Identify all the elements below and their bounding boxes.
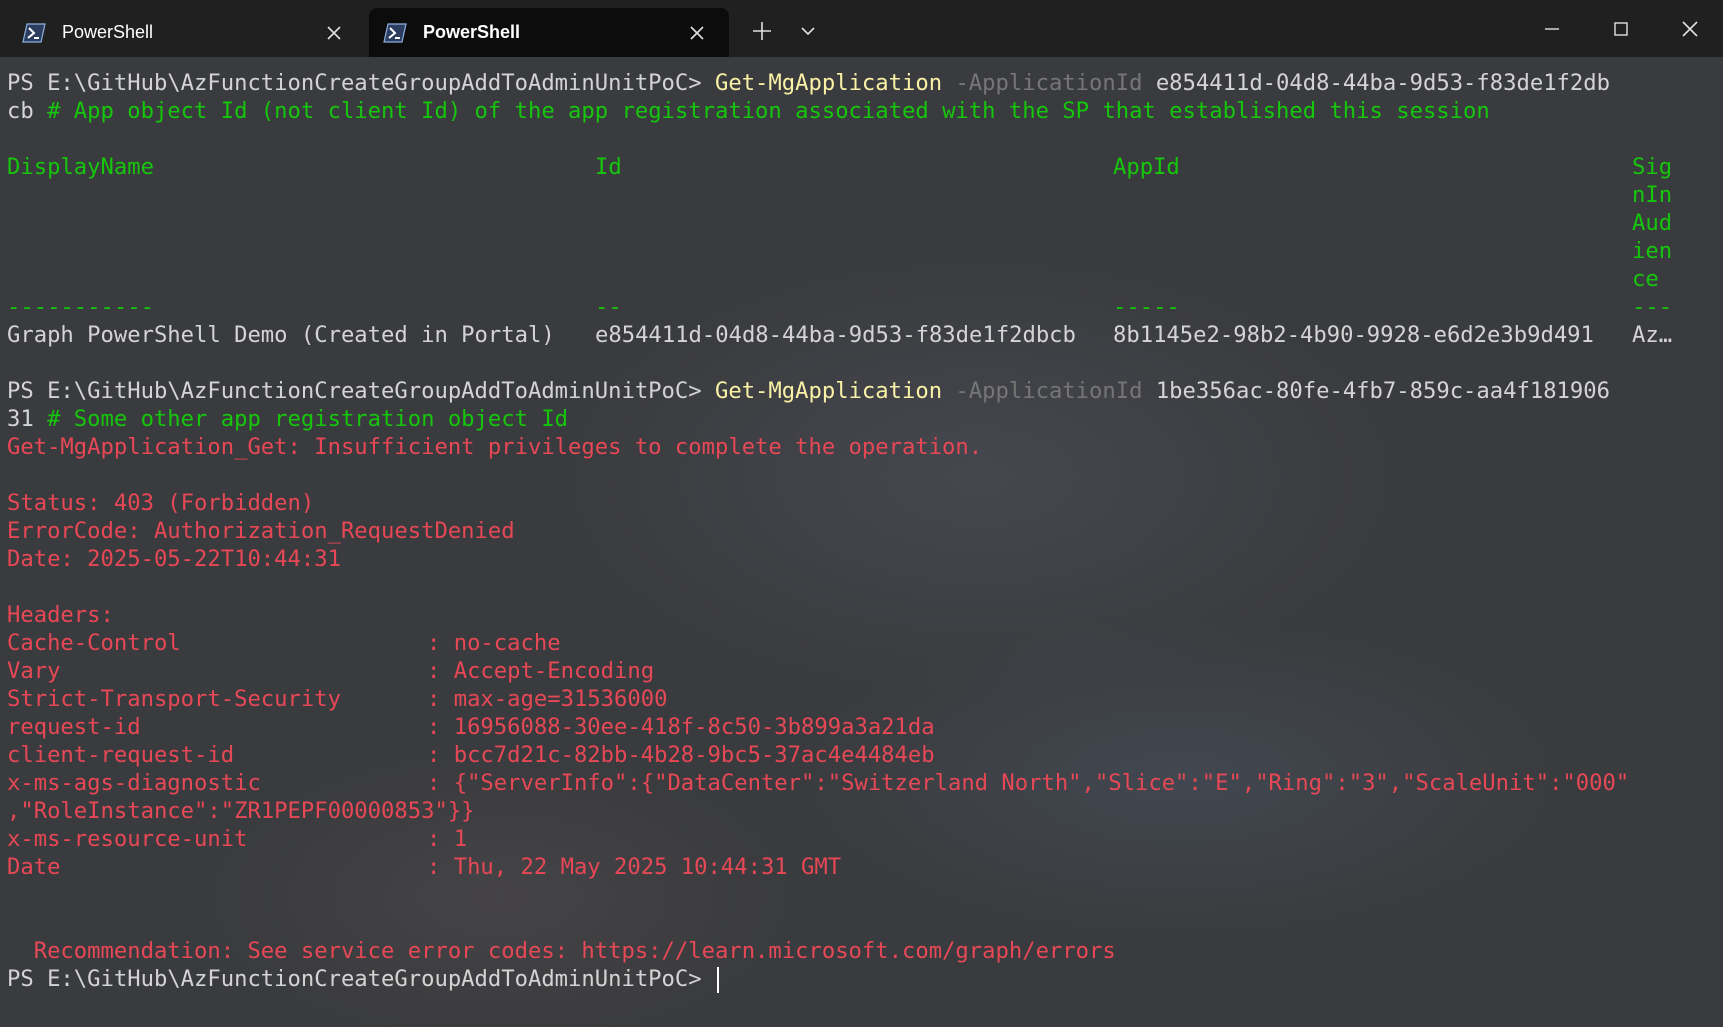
headers-title: Headers:	[7, 602, 114, 628]
chevron-down-icon[interactable]	[795, 18, 821, 44]
table-header-id: Id	[595, 154, 622, 180]
parameter-value-continued: cb	[7, 98, 34, 124]
header-separator: :	[427, 854, 454, 880]
comment: # Some other app registration object Id	[47, 406, 569, 432]
table-cell-appid: 8b1145e2-98b2-4b90-9928-e6d2e3b9d491	[1113, 322, 1594, 348]
header-separator: :	[427, 742, 454, 768]
error-recommendation: Recommendation: See service error codes:…	[7, 938, 1116, 964]
close-window-icon[interactable]	[1675, 14, 1705, 44]
error-status: Status: 403 (Forbidden)	[7, 490, 315, 516]
header-value: : Accept-Encoding	[427, 657, 654, 685]
table-header-appid: AppId	[1113, 154, 1180, 180]
table-underline: --	[595, 294, 622, 320]
header-value: : max-age=31536000	[427, 685, 667, 713]
tab-title: PowerShell	[62, 22, 154, 42]
header-separator: :	[427, 630, 454, 656]
tab-powershell-1[interactable]: PowerShell	[8, 8, 366, 57]
table-header-displayname: DisplayName	[7, 154, 154, 180]
command-line-1-wrap: cb # App object Id (not client Id) of th…	[7, 97, 1490, 125]
title-bar: PowerShell PowerShell	[0, 0, 1723, 57]
command-line-2-wrap: 31 # Some other app registration object …	[7, 405, 568, 433]
close-tab-icon[interactable]	[324, 23, 344, 43]
table-header-wrap: ce	[1632, 266, 1659, 292]
prompt: PS E:\GitHub\AzFunctionCreateGroupAddToA…	[7, 966, 715, 992]
header-value-wrap: ,"RoleInstance":"ZR1PEPF00000853"}}	[7, 798, 475, 824]
header-key: x-ms-resource-unit	[7, 826, 248, 852]
table-cell-displayname: Graph PowerShell Demo (Created in Portal…	[7, 322, 555, 348]
header-value-text: Thu, 22 May 2025 10:44:31 GMT	[453, 854, 842, 880]
header-key: Strict-Transport-Security	[7, 686, 341, 712]
minimize-icon[interactable]	[1537, 14, 1567, 44]
header-value: : 1	[427, 825, 467, 853]
header-value-text: 1	[453, 826, 468, 852]
tab-title: PowerShell	[423, 22, 521, 42]
header-separator: :	[427, 686, 454, 712]
header-key: Date	[7, 854, 61, 880]
table-header-signinaudience: Sig	[1632, 154, 1673, 180]
error-date: Date: 2025-05-22T10:44:31	[7, 546, 341, 572]
terminal-output[interactable]: PS E:\GitHub\AzFunctionCreateGroupAddToA…	[0, 57, 1723, 1027]
table-underline: -----------	[7, 294, 154, 320]
parameter-value: 1be356ac-80fe-4fb7-859c-aa4f181906	[1155, 378, 1610, 404]
parameter-value: e854411d-04d8-44ba-9d53-f83de1f2db	[1155, 70, 1610, 96]
current-prompt-line[interactable]: PS E:\GitHub\AzFunctionCreateGroupAddToA…	[7, 965, 719, 993]
parameter-name: -ApplicationId	[955, 70, 1143, 96]
tab-powershell-2[interactable]: PowerShell	[369, 8, 729, 57]
header-key: x-ms-ags-diagnostic	[7, 770, 261, 796]
maximize-icon[interactable]	[1606, 14, 1636, 44]
parameter-name: -ApplicationId	[955, 378, 1143, 404]
prompt: PS E:\GitHub\AzFunctionCreateGroupAddToA…	[7, 70, 715, 96]
command-name: Get-MgApplication	[714, 378, 943, 404]
header-separator: :	[427, 658, 454, 684]
close-tab-icon[interactable]	[687, 23, 707, 43]
new-tab-icon[interactable]	[749, 18, 775, 44]
header-value-text: bcc7d21c-82bb-4b28-9bc5-37ac4e4484eb	[453, 742, 935, 768]
header-value: : {"ServerInfo":{"DataCenter":"Switzerla…	[427, 769, 1629, 797]
header-key: Vary	[7, 658, 61, 684]
table-cell-signinaudience: Az…	[1632, 322, 1673, 348]
header-value-text: 16956088-30ee-418f-8c50-3b899a3a21da	[453, 714, 935, 740]
header-value-text: max-age=31536000	[453, 686, 668, 712]
header-key: Cache-Control	[7, 630, 181, 656]
command-line-2: PS E:\GitHub\AzFunctionCreateGroupAddToA…	[7, 377, 1610, 405]
table-cell-id: e854411d-04d8-44ba-9d53-f83de1f2dbcb	[595, 322, 1076, 348]
table-header-wrap: ien	[1632, 238, 1673, 264]
comment: # App object Id (not client Id) of the a…	[47, 98, 1490, 124]
header-key: request-id	[7, 714, 141, 740]
header-value: : Thu, 22 May 2025 10:44:31 GMT	[427, 853, 841, 881]
prompt: PS E:\GitHub\AzFunctionCreateGroupAddToA…	[7, 378, 715, 404]
header-separator: :	[427, 826, 454, 852]
powershell-icon	[383, 22, 407, 43]
command-line-1: PS E:\GitHub\AzFunctionCreateGroupAddToA…	[7, 69, 1610, 97]
header-separator: :	[427, 714, 454, 740]
command-name: Get-MgApplication	[714, 70, 943, 96]
error-code: ErrorCode: Authorization_RequestDenied	[7, 518, 515, 544]
text-cursor	[716, 966, 719, 993]
header-value-text: Accept-Encoding	[453, 658, 655, 684]
header-value-text: {"ServerInfo":{"DataCenter":"Switzerland…	[453, 770, 1630, 796]
header-separator: :	[427, 770, 454, 796]
table-header-wrap: nIn	[1632, 182, 1673, 208]
header-value: : 16956088-30ee-418f-8c50-3b899a3a21da	[427, 713, 935, 741]
powershell-icon	[22, 22, 46, 43]
parameter-value-continued: 31	[7, 406, 34, 432]
table-header-wrap: Aud	[1632, 210, 1673, 236]
table-underline: -----	[1113, 294, 1180, 320]
error-message: Get-MgApplication_Get: Insufficient priv…	[7, 434, 983, 460]
header-key: client-request-id	[7, 742, 235, 768]
table-underline: ---	[1632, 294, 1673, 320]
header-value: : bcc7d21c-82bb-4b28-9bc5-37ac4e4484eb	[427, 741, 935, 769]
header-value-text: no-cache	[453, 630, 561, 656]
header-value: : no-cache	[427, 629, 561, 657]
